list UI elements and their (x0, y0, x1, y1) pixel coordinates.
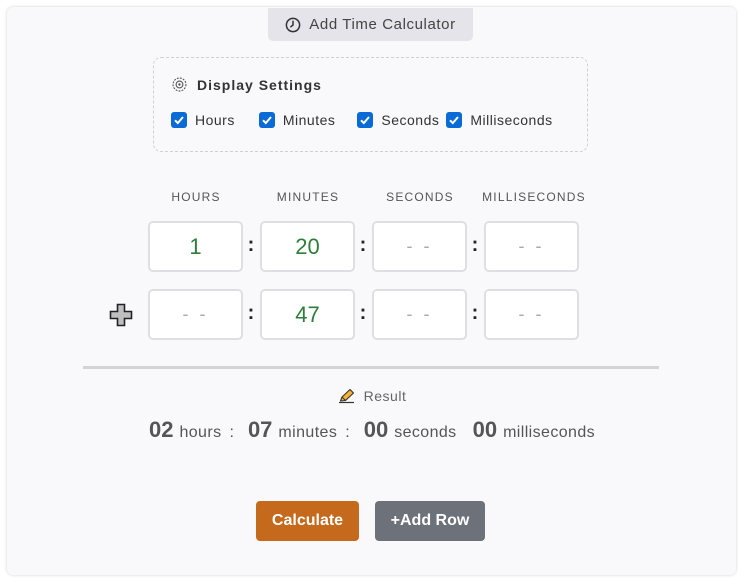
result-value: 02 hours : 07 minutes : 00 seconds 00 mi… (0, 417, 744, 443)
time-separator: : (359, 302, 367, 324)
display-settings-panel: Display Settings Hours Minutes Seconds M… (153, 57, 588, 152)
time-separator: : (471, 234, 479, 256)
checkbox-minutes-box[interactable] (258, 112, 275, 128)
column-header-hours: HOURS (171, 190, 221, 204)
column-header-seconds: SECONDS (386, 190, 454, 204)
checkbox-milliseconds-label: Milliseconds (470, 112, 553, 128)
row1-seconds-input[interactable]: - - (372, 221, 467, 272)
checkmark-icon (360, 116, 371, 125)
checkbox-minutes-label: Minutes (282, 112, 336, 128)
row2-hours-input[interactable]: - - (148, 289, 243, 340)
result-divider (83, 366, 659, 369)
calculator-title-tab: Add Time Calculator (268, 8, 473, 41)
checkbox-seconds-box[interactable] (357, 112, 374, 128)
add-row-button[interactable]: +Add Row (375, 501, 485, 541)
checkbox-milliseconds-box[interactable] (446, 112, 463, 128)
gear-icon (172, 77, 187, 92)
result-hours: 02 (148, 417, 174, 442)
time-separator: : (359, 234, 367, 256)
row2-seconds-input[interactable]: - - (372, 289, 467, 340)
result-heading: Result (0, 388, 744, 404)
checkbox-seconds[interactable]: Seconds (357, 112, 439, 128)
checkbox-minutes[interactable]: Minutes (258, 112, 336, 128)
column-header-minutes: MINUTES (276, 190, 340, 204)
row2-minutes-input[interactable]: 47 (260, 289, 355, 340)
result-hours-unit: hours (179, 424, 222, 441)
row1-hours-input[interactable]: 1 (148, 221, 243, 272)
checkbox-hours-box[interactable] (171, 112, 187, 128)
calculate-button[interactable]: Calculate (256, 501, 359, 541)
display-settings-options: Hours Minutes Seconds Milliseconds (171, 112, 553, 128)
column-header-milliseconds: MILLISECONDS (482, 190, 586, 204)
result-seconds: 00 (363, 417, 389, 442)
result-milliseconds: 00 (472, 417, 498, 442)
row1-milliseconds-input[interactable]: - - (484, 221, 579, 272)
time-separator: : (247, 302, 255, 324)
time-separator: : (471, 302, 479, 324)
row2-milliseconds-input[interactable]: - - (484, 289, 579, 340)
clock-icon (285, 17, 301, 32)
result-separator: : (345, 424, 350, 441)
result-label: Result (363, 388, 407, 404)
checkbox-seconds-label: Seconds (381, 112, 440, 128)
result-milliseconds-unit: milliseconds (503, 424, 596, 441)
pencil-icon (338, 388, 354, 404)
checkmark-icon (449, 116, 460, 125)
plus-icon[interactable] (109, 303, 133, 327)
checkmark-icon (174, 116, 184, 125)
result-minutes: 07 (247, 417, 273, 442)
checkbox-hours[interactable]: Hours (171, 112, 235, 128)
result-minutes-unit: minutes (278, 424, 338, 441)
result-seconds-unit: seconds (394, 424, 457, 441)
checkmark-icon (262, 116, 272, 125)
checkbox-milliseconds[interactable]: Milliseconds (446, 112, 552, 128)
result-separator: : (229, 424, 234, 441)
calculator-title: Add Time Calculator (309, 16, 456, 33)
display-settings-title: Display Settings (197, 76, 322, 93)
time-separator: : (247, 234, 255, 256)
display-settings-header: Display Settings (171, 76, 322, 93)
row1-minutes-input[interactable]: 20 (260, 221, 355, 272)
checkbox-hours-label: Hours (195, 112, 235, 128)
